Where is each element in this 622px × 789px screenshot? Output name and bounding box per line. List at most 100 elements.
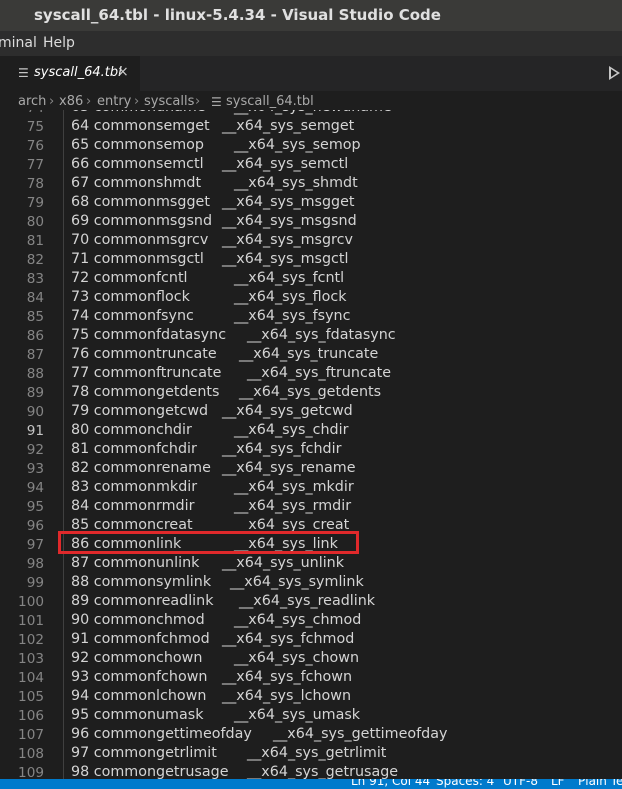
- syscall-entry-point: __x64_sys_fcntl: [234, 270, 345, 286]
- syscall-entry-point: __x64_sys_msgsnd: [222, 213, 357, 229]
- close-icon[interactable]: ×: [117, 64, 129, 80]
- syscall-name: unlink: [156, 555, 200, 571]
- code-line[interactable]: 109 98 common getrusage __x64_sys_getrusage: [0, 764, 622, 779]
- code-line[interactable]: 81 70 common msgrcv __x64_sys_msgrcv: [0, 232, 622, 252]
- syscall-name: readlink: [156, 593, 214, 609]
- tab-bar: ☰ syscall_64.tbl ×: [0, 56, 622, 91]
- syscall-number-abi: 94 common: [71, 688, 157, 704]
- breadcrumb-item-file[interactable]: syscall_64.tbl: [226, 94, 314, 109]
- code-line[interactable]: 78 67 common shmdt __x64_sys_shmdt: [0, 175, 622, 195]
- code-line[interactable]: 83 72 common fcntl __x64_sys_fcntl: [0, 270, 622, 290]
- syscall-name: fdatasync: [156, 327, 227, 343]
- code-line[interactable]: 100 89 common readlink __x64_sys_readlink: [0, 593, 622, 613]
- syscall-number-abi: 93 common: [71, 669, 157, 685]
- code-line[interactable]: 107 96 common gettimeofday __x64_sys_gettim…: [0, 726, 622, 746]
- code-line[interactable]: 98 87 common unlink __x64_sys_unlink: [0, 555, 622, 575]
- breadcrumb-item-x86[interactable]: x86: [59, 94, 83, 109]
- syscall-entry-point: __x64_sys_symlink: [230, 574, 364, 590]
- code-line[interactable]: 104 93 common fchown __x64_sys_fchown: [0, 669, 622, 689]
- status-indentation[interactable]: Spaces: 4: [436, 779, 494, 788]
- code-line[interactable]: 88 77 common ftruncate __x64_sys_ftruncate: [0, 365, 622, 385]
- syscall-name: fchdir: [156, 441, 197, 457]
- syscall-number-abi: 69 common: [71, 213, 157, 229]
- code-line[interactable]: 85 74 common fsync __x64_sys_fsync: [0, 308, 622, 328]
- run-icon[interactable]: [609, 66, 620, 80]
- status-encoding[interactable]: UTF-8: [503, 779, 538, 788]
- syscall-entry-point: __x64_sys_gettimeofday: [273, 726, 448, 742]
- syscall-entry-point: __x64_sys_fchown: [222, 669, 353, 685]
- menu-terminal[interactable]: minal: [0, 35, 37, 51]
- status-language[interactable]: Plain Tex: [578, 779, 622, 788]
- syscall-name: ftruncate: [156, 365, 222, 381]
- breadcrumb-item-syscalls[interactable]: syscalls: [144, 94, 194, 109]
- syscall-name: semop: [156, 137, 204, 153]
- syscall-number-abi: 76 common: [71, 346, 157, 362]
- tab-syscall-64-tbl[interactable]: ☰ syscall_64.tbl ×: [0, 56, 140, 91]
- code-line[interactable]: 108 97 common getrlimit __x64_sys_getrlimit: [0, 745, 622, 765]
- syscall-number-abi: 67 common: [71, 175, 157, 191]
- code-line[interactable]: 91 80 common chdir __x64_sys_chdir: [0, 422, 622, 442]
- window-title: syscall_64.tbl - linux-5.4.34 - Visual S…: [34, 6, 441, 24]
- code-line[interactable]: 82 71 common msgctl __x64_sys_msgctl: [0, 251, 622, 271]
- syscall-name: msgctl: [156, 251, 204, 267]
- syscall-number-abi: 63 common: [71, 110, 156, 115]
- code-line[interactable]: 84 73 common flock __x64_sys_flock: [0, 289, 622, 309]
- menu-help[interactable]: Help: [43, 35, 75, 51]
- highlight-annotation-box: [58, 531, 359, 554]
- menu-bar: minal Help: [0, 31, 622, 56]
- line-number: 80: [26, 214, 44, 230]
- code-line[interactable]: 105 94 common lchown __x64_sys_lchown: [0, 688, 622, 708]
- line-number: 85: [26, 309, 44, 325]
- code-line[interactable]: 87 76 common truncate __x64_sys_truncate: [0, 346, 622, 366]
- syscall-name: msgget: [156, 194, 210, 210]
- code-editor[interactable]: 74 63 commonuname __x64_sys_newuname 75 64 c…: [0, 110, 622, 779]
- line-number: 108: [18, 746, 44, 762]
- status-eol[interactable]: LF: [551, 779, 565, 788]
- syscall-name: shmdt: [156, 175, 202, 191]
- syscall-name: fchown: [156, 669, 208, 685]
- syscall-number-abi: 81 common: [71, 441, 157, 457]
- breadcrumb-item-arch[interactable]: arch: [18, 94, 46, 109]
- code-line[interactable]: 101 90 common chmod __x64_sys_chmod: [0, 612, 622, 632]
- syscall-name: fchmod: [156, 631, 210, 647]
- code-line[interactable]: 93 82 common rename __x64_sys_rename: [0, 460, 622, 480]
- code-line[interactable]: 92 81 common fchdir __x64_sys_fchdir: [0, 441, 622, 461]
- code-line[interactable]: 86 75 common fdatasync __x64_sys_fdatasync: [0, 327, 622, 347]
- syscall-number-abi: 95 common: [71, 707, 157, 723]
- code-line[interactable]: 99 88 common symlink __x64_sys_symlink: [0, 574, 622, 594]
- line-number: 95: [26, 499, 44, 515]
- syscall-number-abi: 84 common: [71, 498, 157, 514]
- title-bar: syscall_64.tbl - linux-5.4.34 - Visual S…: [0, 0, 622, 31]
- syscall-number-abi: 91 common: [71, 631, 157, 647]
- syscall-name: rename: [156, 460, 211, 476]
- code-line[interactable]: 75 64 common semget __x64_sys_semget: [0, 118, 622, 138]
- syscall-number-abi: 71 common: [71, 251, 157, 267]
- code-line[interactable]: 77 66 common semctl __x64_sys_semctl: [0, 156, 622, 176]
- code-line[interactable]: 94 83 common mkdir __x64_sys_mkdir: [0, 479, 622, 499]
- code-line[interactable]: 102 91 common fchmod __x64_sys_fchmod: [0, 631, 622, 651]
- line-number: 90: [26, 404, 44, 420]
- code-line[interactable]: 103 92 common chown __x64_sys_chown: [0, 650, 622, 670]
- status-cursor-position[interactable]: Ln 91, Col 44: [351, 779, 430, 788]
- code-line[interactable]: 79 68 common msgget __x64_sys_msgget: [0, 194, 622, 214]
- line-number: 84: [26, 290, 44, 306]
- code-line[interactable]: 90 79 common getcwd __x64_sys_getcwd: [0, 403, 622, 423]
- code-line[interactable]: 106 95 common umask __x64_sys_umask: [0, 707, 622, 727]
- lines-file-icon: ☰: [18, 66, 29, 80]
- syscall-entry-point: __x64_sys_truncate: [239, 346, 379, 362]
- syscall-entry-point: __x64_sys_unlink: [222, 555, 345, 571]
- syscall-name: flock: [156, 289, 190, 305]
- code-line[interactable]: 89 78 common getdents __x64_sys_getdents: [0, 384, 622, 404]
- syscall-number-abi: 77 common: [71, 365, 157, 381]
- syscall-name: chmod: [156, 612, 205, 628]
- breadcrumb-item-entry[interactable]: entry: [97, 94, 131, 109]
- code-line[interactable]: 76 65 common semop __x64_sys_semop: [0, 137, 622, 157]
- syscall-name: getdents: [156, 384, 220, 400]
- line-number: 77: [26, 157, 44, 173]
- code-line[interactable]: 80 69 common msgsnd __x64_sys_msgsnd: [0, 213, 622, 233]
- syscall-entry-point: __x64_sys_chdir: [234, 422, 349, 438]
- line-number: 99: [26, 575, 44, 591]
- code-line[interactable]: 95 84 common rmdir __x64_sys_rmdir: [0, 498, 622, 518]
- tab-label: syscall_64.tbl: [34, 65, 122, 80]
- chevron-right-icon: ›: [134, 94, 140, 109]
